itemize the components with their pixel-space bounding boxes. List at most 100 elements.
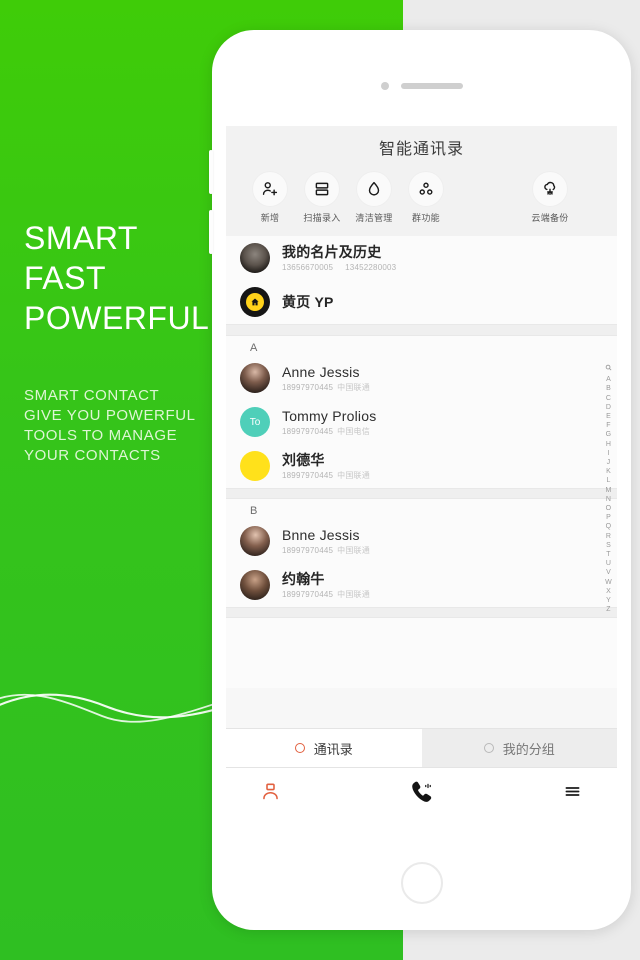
bottom-nav-bar (226, 768, 617, 820)
index-letter[interactable]: X (606, 587, 611, 596)
list-item[interactable]: 我的名片及历史 13656670005 13452280003 (226, 236, 617, 280)
index-letter[interactable]: S (606, 541, 611, 550)
home-icon (246, 293, 264, 311)
list-divider (226, 607, 617, 618)
quick-actions-bar: 新增 扫描录入 清洁管理 群功能 云端备份 (226, 168, 617, 236)
contact-phone: 18997970445 (282, 589, 334, 599)
segmented-tabs: 通讯录 我的分组 (226, 728, 617, 768)
quick-action-label: 群功能 (412, 213, 440, 223)
avatar (240, 287, 270, 317)
quick-action-label: 新增 (260, 213, 280, 223)
contact-name: 约翰牛 (282, 570, 325, 587)
index-letter[interactable]: M (605, 486, 611, 495)
section-letter-header: A (226, 336, 617, 356)
list-item[interactable]: 约翰牛 18997970445 中国联通 (226, 563, 617, 607)
index-letter[interactable]: O (606, 504, 612, 513)
list-item[interactable]: 黄页 YP (226, 280, 617, 324)
contact-phone: 18997970445 (282, 426, 334, 436)
index-letter[interactable]: J (607, 458, 611, 467)
contact-name: Bnne Jessis (282, 526, 360, 543)
index-letter[interactable]: V (606, 568, 611, 577)
index-letter[interactable]: Y (606, 596, 611, 605)
contact-carrier: 中国联通 (337, 470, 370, 480)
list-item[interactable]: Bnne Jessis 18997970445 中国联通 (226, 519, 617, 563)
quick-action-group[interactable]: 群功能 (400, 172, 452, 224)
tab-contacts[interactable]: 通讯录 (226, 729, 422, 767)
quick-action-label: 清洁管理 (355, 213, 393, 223)
contact-subtitle: 18997970445 中国联通 (282, 589, 370, 600)
nav-menu[interactable] (475, 781, 583, 807)
home-button[interactable] (400, 862, 443, 904)
earpiece-grille (400, 83, 463, 89)
contact-subtitle: 18997970445 中国联通 (282, 382, 370, 393)
list-item[interactable]: Anne Jessis 18997970445 中国联通 (226, 356, 617, 400)
contact-phone-primary: 13656670005 (282, 262, 334, 272)
index-letter[interactable]: D (606, 403, 611, 412)
tab-my-groups[interactable]: 我的分组 (421, 729, 617, 767)
contact-carrier: 中国电信 (337, 426, 370, 436)
index-letter[interactable]: L (606, 476, 610, 485)
dialer-phone-icon (407, 777, 437, 812)
quick-action-label: 云端备份 (531, 213, 569, 223)
search-icon[interactable] (605, 364, 612, 374)
quick-action-clean[interactable]: 清洁管理 (348, 172, 400, 224)
list-divider (226, 488, 617, 499)
avatar (240, 451, 270, 481)
index-letter[interactable]: N (606, 495, 611, 504)
quick-action-add[interactable]: 新增 (244, 172, 296, 224)
contact-subtitle: 18997970445 中国联通 (282, 470, 370, 481)
index-letter[interactable]: K (606, 467, 611, 476)
clean-drop-icon (357, 172, 391, 206)
contact-carrier: 中国联通 (337, 589, 370, 599)
nav-dialer[interactable] (368, 777, 476, 812)
index-letter[interactable]: W (605, 578, 612, 587)
index-letter[interactable]: G (606, 430, 612, 439)
group-icon (409, 172, 443, 206)
index-letter[interactable]: R (606, 532, 611, 541)
radio-icon (294, 743, 305, 753)
index-letter[interactable]: T (606, 550, 610, 559)
contact-phone: 18997970445 (282, 470, 334, 480)
index-letter[interactable]: I (607, 449, 609, 458)
alphabet-index-bar[interactable]: A B C D E F G H I J K L M N O P Q R S T … (602, 364, 615, 614)
menu-hamburger-icon (562, 781, 583, 807)
index-letter[interactable]: Q (606, 522, 612, 531)
contact-phone: 18997970445 (282, 545, 334, 555)
cloud-backup-icon (533, 172, 567, 206)
contact-phone-secondary: 13452280003 (345, 262, 397, 272)
contact-name: Anne Jessis (282, 363, 360, 380)
avatar (240, 526, 270, 556)
list-divider (226, 324, 617, 336)
contact-carrier: 中国联通 (337, 382, 370, 392)
index-letter[interactable]: P (606, 513, 611, 522)
quick-action-cloud-backup[interactable]: 云端备份 (524, 172, 576, 224)
volume-down-button[interactable] (209, 210, 213, 254)
index-letter[interactable]: F (606, 421, 610, 430)
phone-mockup: 智能通讯录 新增 扫描录入 清洁管理 群功能 云端备份 我的名片及历史 1365… (209, 30, 631, 930)
avatar (240, 570, 270, 600)
index-letter[interactable]: Z (606, 605, 610, 614)
index-letter[interactable]: C (606, 394, 611, 403)
quick-action-label: 扫描录入 (303, 213, 341, 223)
scan-card-icon (305, 172, 339, 206)
index-letter[interactable]: E (606, 412, 611, 421)
index-letter[interactable]: A (606, 375, 611, 384)
avatar (240, 243, 270, 273)
promo-headline: SMART FAST POWERFUL (24, 220, 210, 336)
contact-subtitle: 18997970445 中国电信 (282, 426, 376, 437)
quick-action-scan[interactable]: 扫描录入 (296, 172, 348, 224)
phone-speaker-area (380, 82, 463, 90)
index-letter[interactable]: U (606, 559, 611, 568)
avatar (240, 363, 270, 393)
volume-up-button[interactable] (209, 150, 213, 194)
avatar: To (240, 407, 270, 437)
list-item[interactable]: To Tommy Prolios 18997970445 中国电信 (226, 400, 617, 444)
promo-subtext: SMART CONTACT GIVE YOU POWERFUL TOOLS TO… (24, 387, 196, 464)
nav-contacts[interactable] (260, 781, 368, 807)
contact-name: 刘德华 (282, 451, 325, 468)
list-item[interactable]: 刘德华 18997970445 中国联通 (226, 444, 617, 488)
index-letter[interactable]: B (606, 384, 611, 393)
top-entries-list: 我的名片及历史 13656670005 13452280003 黄页 YP (226, 236, 617, 324)
index-letter[interactable]: H (606, 440, 611, 449)
contact-name: Tommy Prolios (282, 407, 377, 424)
